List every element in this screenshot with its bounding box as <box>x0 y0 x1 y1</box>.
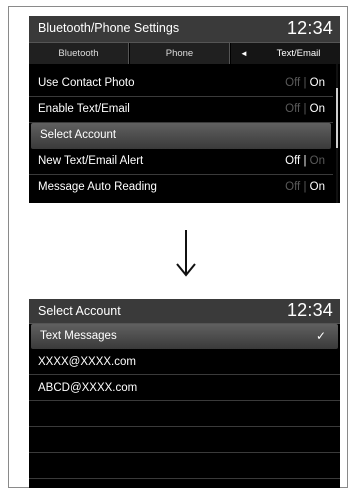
empty-list-row <box>29 428 340 453</box>
screen-title: Bluetooth/Phone Settings <box>38 21 180 35</box>
screen-title: Select Account <box>38 304 121 318</box>
off-option: Off <box>285 181 301 193</box>
row-label: Message Auto Reading <box>38 181 157 193</box>
off-option: Off <box>285 155 301 167</box>
account-item-abcd[interactable]: ABCD@XXXX.com <box>29 376 340 401</box>
checkmark-icon: ✓ <box>315 329 326 343</box>
message-auto-reading-row[interactable]: Message Auto Reading Off | On <box>29 175 333 201</box>
account-label: ABCD@XXXX.com <box>38 382 138 394</box>
scrollbar[interactable] <box>336 64 338 203</box>
on-option: On <box>309 155 325 167</box>
tab-bluetooth[interactable]: Bluetooth <box>29 43 129 64</box>
account-label: XXXX@XXXX.com <box>38 356 136 368</box>
clock: 12:34 <box>286 300 333 320</box>
toggle-separator: | <box>300 77 310 89</box>
on-option: On <box>309 181 325 193</box>
account-item-xxxx[interactable]: XXXX@XXXX.com <box>29 350 340 375</box>
toggle-separator: | <box>300 103 310 115</box>
select-account-screen: Select Account 12:34 Text Messages ✓ XXX… <box>29 299 340 488</box>
toggle-separator: | <box>300 155 310 167</box>
off-on-toggle[interactable]: Off | On <box>285 181 325 193</box>
left-arrow-icon: ◄ <box>240 49 248 58</box>
tab-label: Phone <box>165 48 194 59</box>
tab-phone[interactable]: Phone <box>130 43 230 64</box>
row-label: New Text/Email Alert <box>38 155 144 167</box>
off-on-toggle[interactable]: Off | On <box>285 77 325 89</box>
enable-text-email-row[interactable]: Enable Text/Email Off | On <box>29 97 333 123</box>
row-label: Use Contact Photo <box>38 77 135 89</box>
off-option: Off <box>285 77 301 89</box>
empty-list-row <box>29 402 340 427</box>
down-arrow-icon <box>176 230 196 277</box>
tab-label: Bluetooth <box>58 48 99 59</box>
account-label: Text Messages <box>40 330 117 342</box>
use-contact-photo-row[interactable]: Use Contact Photo Off | On <box>29 71 333 97</box>
account-item-text-messages[interactable]: Text Messages ✓ <box>31 324 338 349</box>
tab-label: Text/Email <box>276 48 321 59</box>
on-option: On <box>309 103 325 115</box>
row-label: Enable Text/Email <box>38 103 130 115</box>
scrollbar-thumb[interactable] <box>336 88 338 148</box>
title-bar: Bluetooth/Phone Settings 12:34 <box>29 16 340 43</box>
title-bar: Select Account 12:34 <box>29 299 340 324</box>
off-option: Off <box>285 103 301 115</box>
on-option: On <box>309 77 325 89</box>
toggle-separator: | <box>300 181 310 193</box>
row-label: Select Account <box>40 129 117 141</box>
bluetooth-phone-settings-screen: Bluetooth/Phone Settings 12:34 Bluetooth… <box>29 16 340 203</box>
tab-text-email[interactable]: ◄ Text/Email <box>231 43 340 64</box>
off-on-toggle[interactable]: Off | On <box>285 155 325 167</box>
select-account-row[interactable]: Select Account <box>31 123 331 149</box>
new-text-email-alert-row[interactable]: New Text/Email Alert Off | On <box>29 149 333 175</box>
clock: 12:34 <box>286 18 333 38</box>
tab-bar: Bluetooth Phone ◄ Text/Email <box>29 43 340 64</box>
empty-list-row <box>29 454 340 479</box>
off-on-toggle[interactable]: Off | On <box>285 103 325 115</box>
